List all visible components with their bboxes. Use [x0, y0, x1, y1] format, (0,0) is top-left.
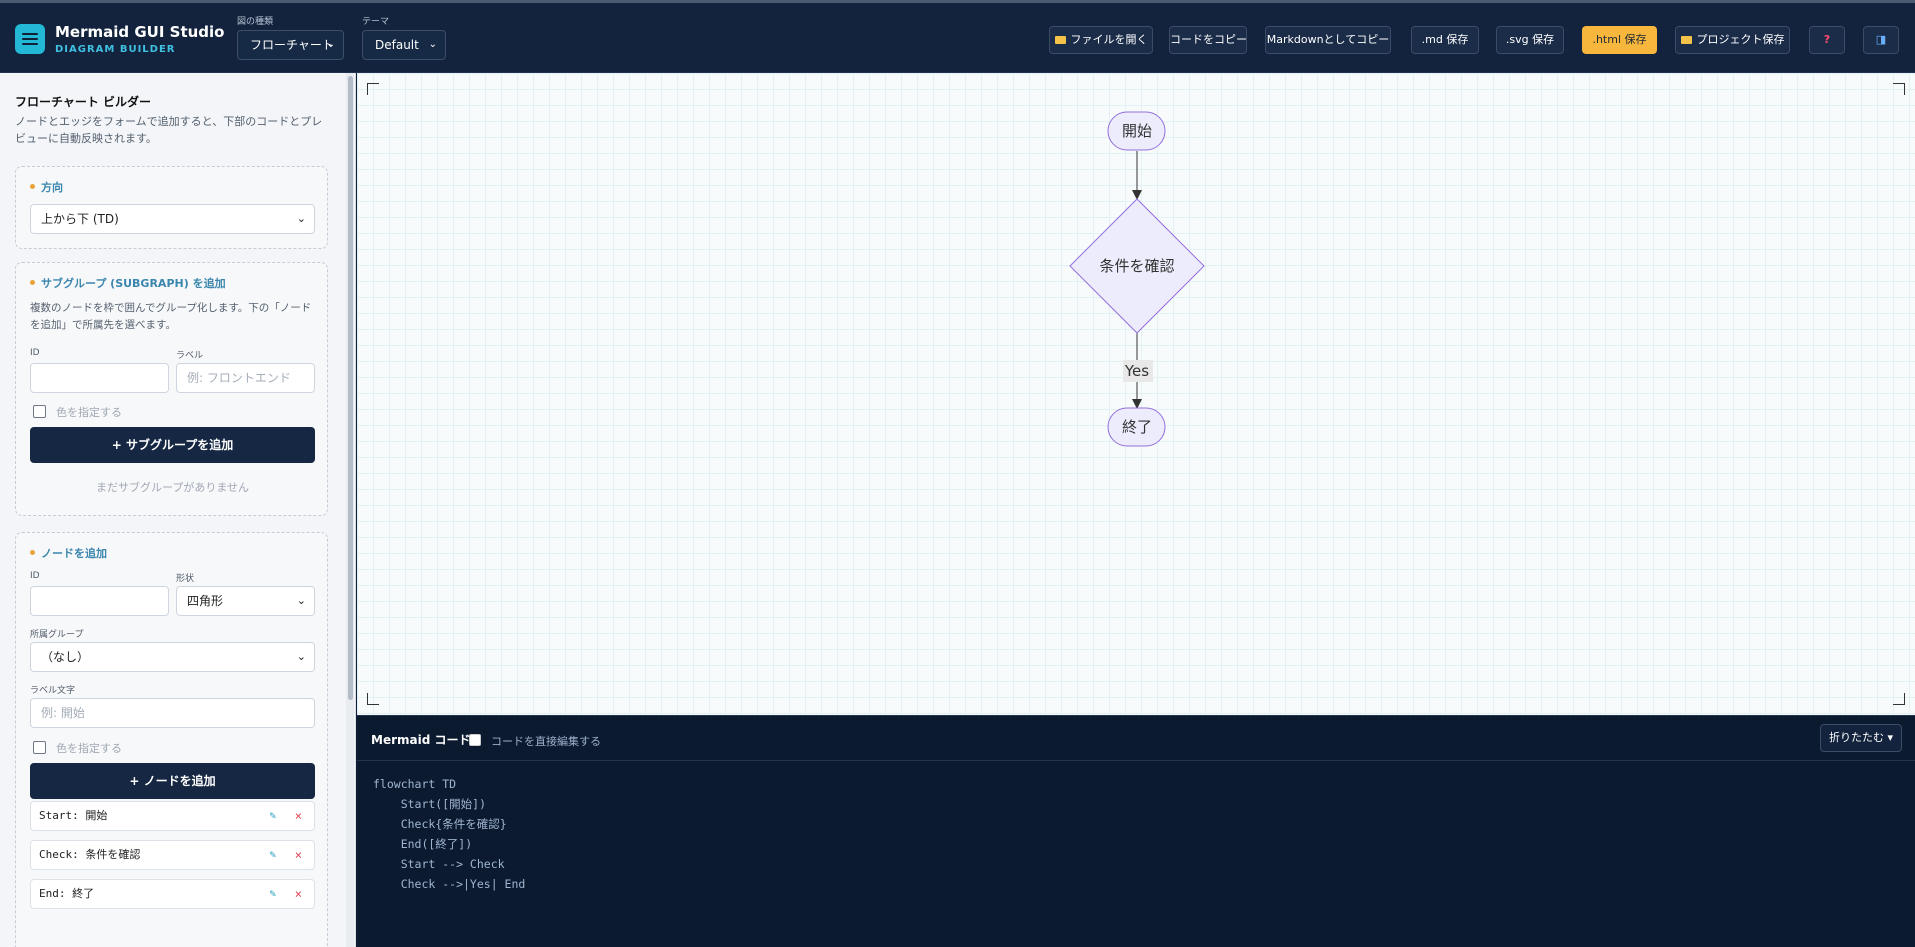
collapse-button[interactable]: 折りたたむ ▾: [1820, 724, 1902, 752]
direction-heading: 方向: [30, 179, 63, 195]
list-item: End: 終了 ✎ ×: [30, 879, 315, 909]
builder-sidebar: フローチャート ビルダー ノードとエッジをフォームで追加すると、下部のコードとプ…: [0, 73, 356, 947]
open-file-label: ファイルを開く: [1070, 33, 1148, 46]
diagram-type-select[interactable]: フローチャート ⌄: [237, 30, 344, 60]
node-item-text: Check: 条件を確認: [39, 848, 141, 861]
theme-label: テーマ: [362, 17, 390, 27]
subgraph-card: サブグループ (SUBGRAPH) を追加 複数のノードを枠で囲んでグループ化し…: [15, 262, 328, 516]
app-root: Mermaid GUI Studio DIAGRAM BUILDER 図の種類 …: [0, 0, 1915, 947]
node-group-select[interactable]: （なし） ⌄: [30, 642, 315, 672]
bullet-icon: [30, 184, 35, 189]
menu-icon[interactable]: [15, 24, 45, 54]
copy-code-button[interactable]: コードをコピー: [1169, 26, 1247, 54]
flowchart-diagram: 開始 条件を確認 Yes 終了: [1069, 111, 1205, 447]
edit-icon[interactable]: ✎: [269, 880, 276, 908]
direct-edit-checkbox[interactable]: [469, 734, 481, 746]
panel-toggle-icon[interactable]: ◨: [1863, 26, 1899, 54]
node-item-text: End: 終了: [39, 887, 95, 900]
code-panel-header: Mermaid コード コードを直接編集する 折りたたむ ▾: [357, 716, 1915, 761]
subgraph-color-label: 色を指定する: [56, 406, 122, 419]
sidebar-description: ノードとエッジをフォームで追加すると、下部のコードとプレビューに自動反映されます…: [15, 115, 323, 145]
direction-card: 方向 上から下 (TD) ⌄: [15, 166, 328, 249]
top-bar: Mermaid GUI Studio DIAGRAM BUILDER 図の種類 …: [0, 0, 1915, 73]
node-text-label: ラベル文字: [30, 686, 76, 696]
node-card: ノードを追加 ID 形状 四角形 ⌄ 所属グループ （なし） ⌄ ラベル文字 例…: [15, 532, 328, 947]
node-heading: ノードを追加: [30, 545, 107, 561]
node-shape-value: 四角形: [187, 594, 224, 608]
node-color-label: 色を指定する: [56, 742, 122, 755]
subgraph-label-input[interactable]: 例: フロントエンド: [176, 363, 315, 393]
sidebar-scrollbar-thumb[interactable]: [348, 76, 353, 700]
list-item: Check: 条件を確認 ✎ ×: [30, 840, 315, 870]
save-project-label: プロジェクト保存: [1696, 33, 1785, 46]
subgraph-description: 複数のノードを枠で囲んでグループ化します。下の「ノードを追加」で所属先を選べます…: [30, 302, 312, 331]
save-html-button[interactable]: .html 保存: [1582, 26, 1657, 54]
folder-icon: [1680, 36, 1692, 44]
node-check-label: 条件を確認: [1099, 257, 1174, 275]
chevron-down-icon: ⌄: [326, 39, 335, 50]
node-group-value: （なし）: [41, 650, 90, 664]
edge-label-yes: Yes: [1124, 362, 1149, 380]
save-md-button[interactable]: .md 保存: [1411, 26, 1479, 54]
bullet-icon: [30, 550, 35, 555]
direction-value: 上から下 (TD): [41, 212, 119, 226]
code-panel: Mermaid コード コードを直接編集する 折りたたむ ▾ flowchart…: [357, 716, 1915, 947]
subgraph-empty-text: まだサブグループがありません: [95, 481, 249, 494]
chevron-down-icon: ⌄: [428, 39, 437, 50]
node-shape-select[interactable]: 四角形 ⌄: [176, 586, 315, 616]
theme-select[interactable]: Default ⌄: [362, 30, 446, 60]
node-end-label: 終了: [1122, 418, 1152, 436]
copy-markdown-button[interactable]: Markdownとしてコピー: [1265, 26, 1391, 54]
diagram-type-value: フローチャート: [250, 38, 334, 52]
subgraph-heading: サブグループ (SUBGRAPH) を追加: [30, 275, 226, 291]
direction-select[interactable]: 上から下 (TD) ⌄: [30, 204, 315, 234]
node-group-label: 所属グループ: [30, 630, 84, 640]
node-shape-label: 形状: [176, 574, 195, 584]
save-svg-button[interactable]: .svg 保存: [1496, 26, 1564, 54]
app-subtitle: DIAGRAM BUILDER: [55, 44, 176, 55]
theme-value: Default: [375, 38, 419, 52]
edit-icon[interactable]: ✎: [269, 841, 276, 869]
subgraph-id-input[interactable]: [30, 363, 169, 393]
open-file-button[interactable]: ファイルを開く: [1049, 26, 1153, 54]
delete-icon[interactable]: ×: [295, 841, 302, 869]
delete-icon[interactable]: ×: [295, 880, 302, 908]
node-id-label: ID: [30, 571, 40, 581]
mermaid-code[interactable]: flowchart TD Start([開始]) Check{条件を確認} En…: [373, 774, 525, 894]
direct-edit-label: コードを直接編集する: [491, 735, 601, 748]
node-text-input[interactable]: 例: 開始: [30, 698, 315, 728]
chevron-down-icon: ⌄: [296, 212, 306, 225]
add-subgraph-button[interactable]: + サブグループを追加: [30, 427, 315, 463]
code-panel-title: Mermaid コード: [371, 733, 471, 747]
subgraph-color-checkbox[interactable]: [33, 405, 46, 418]
add-node-button[interactable]: + ノードを追加: [30, 763, 315, 799]
delete-icon[interactable]: ×: [295, 802, 302, 830]
node-item-text: Start: 開始: [39, 809, 108, 822]
node-start-label: 開始: [1122, 122, 1152, 140]
bullet-icon: [30, 280, 35, 285]
help-icon[interactable]: ?: [1809, 26, 1845, 54]
list-item: Start: 開始 ✎ ×: [30, 801, 315, 831]
node-color-checkbox[interactable]: [33, 741, 46, 754]
folder-icon: [1054, 36, 1066, 44]
chevron-down-icon: ⌄: [296, 594, 306, 607]
edit-icon[interactable]: ✎: [269, 802, 276, 830]
app-title: Mermaid GUI Studio: [55, 23, 225, 41]
preview-canvas[interactable]: 開始 条件を確認 Yes 終了: [357, 73, 1915, 716]
save-project-button[interactable]: プロジェクト保存: [1675, 26, 1790, 54]
diagram-type-label: 図の種類: [237, 17, 274, 27]
subgraph-label-label: ラベル: [176, 351, 204, 361]
sidebar-title: フローチャート ビルダー: [15, 95, 152, 109]
chevron-down-icon: ⌄: [296, 650, 306, 663]
node-id-input[interactable]: [30, 586, 169, 616]
subgraph-id-label: ID: [30, 348, 40, 358]
